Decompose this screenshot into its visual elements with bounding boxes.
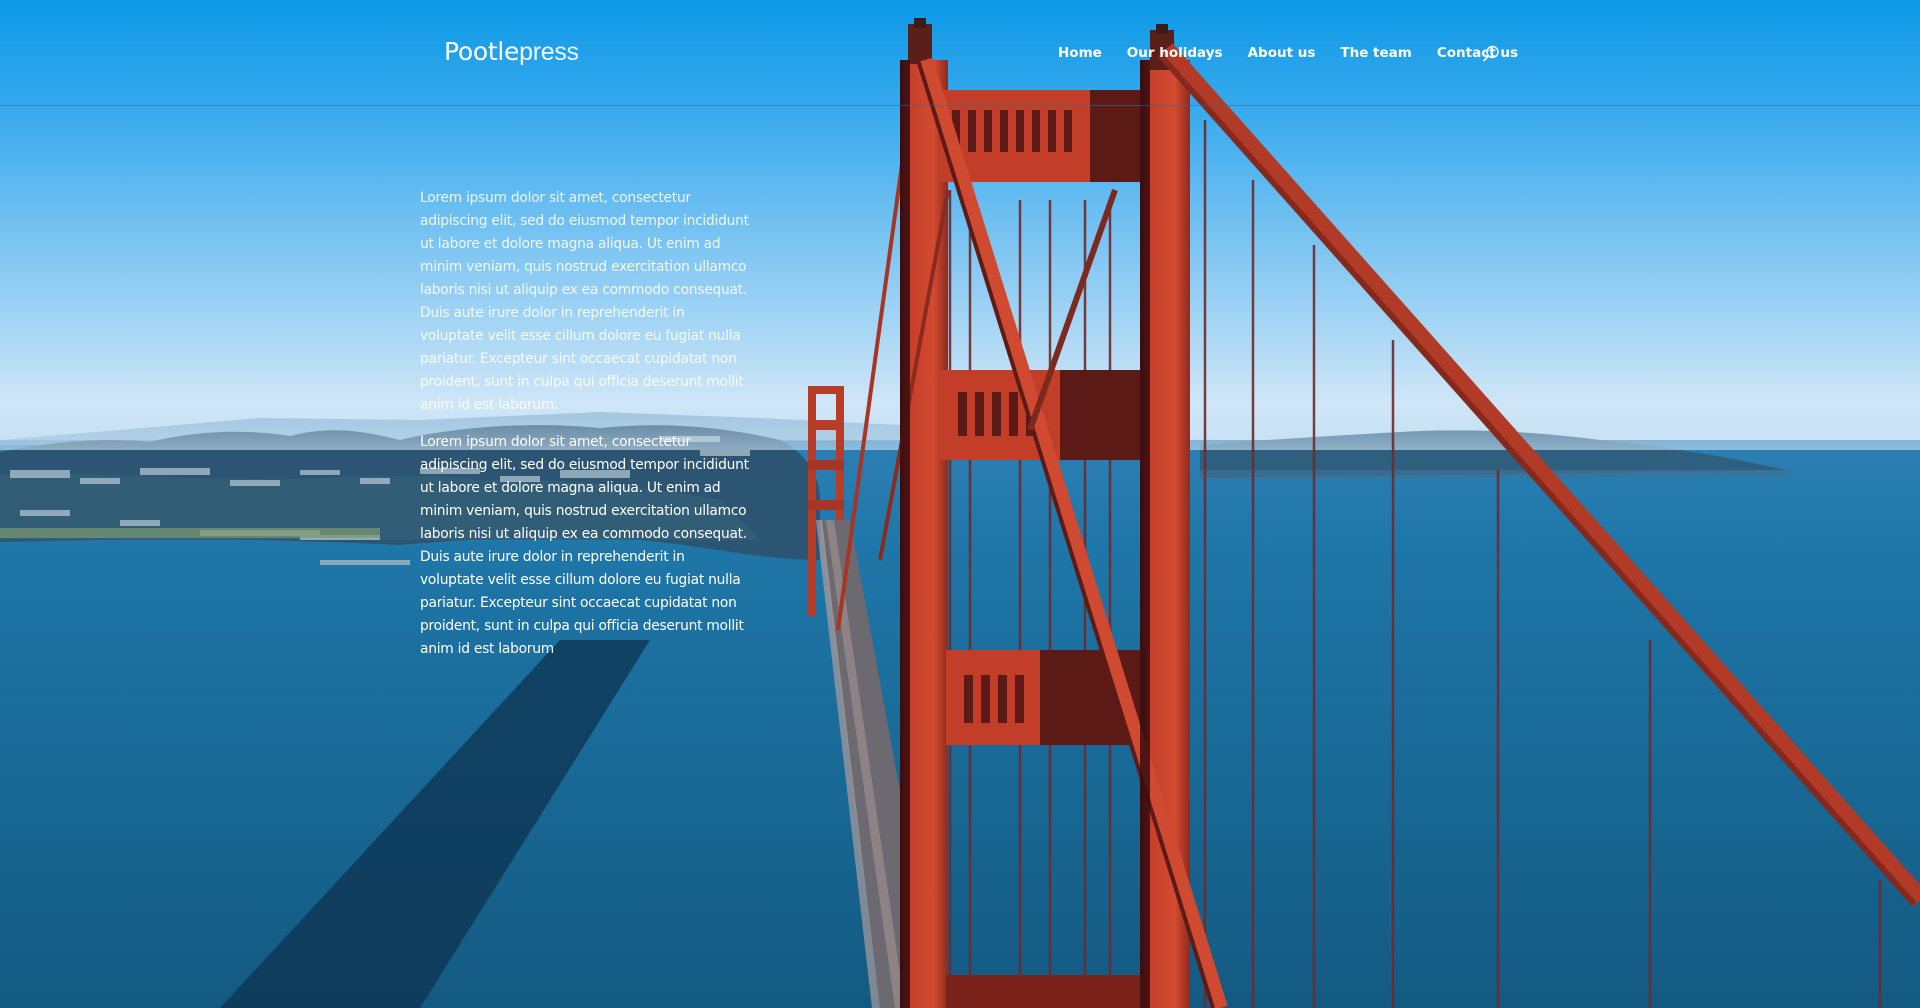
main-navigation: Home Our holidays About us The team Cont… [1058,43,1543,63]
logo-text-primary: Pootle [444,37,520,66]
nav-item-our-holidays[interactable]: Our holidays [1127,43,1223,63]
nav-item-about-us[interactable]: About us [1248,43,1316,63]
logo-text-secondary: press [519,38,579,66]
nav-item-the-team[interactable]: The team [1340,43,1411,63]
search-button[interactable] [1481,44,1501,64]
main-content: Lorem ipsum dolor sit amet, consectetur … [420,187,750,675]
nav-item-contact-us[interactable]: Contact us [1437,43,1518,63]
hero-background-image [0,0,1920,1008]
site-logo[interactable]: Pootlepress [444,36,579,68]
search-icon [1483,45,1499,62]
content-paragraph: Lorem ipsum dolor sit amet, consectetur … [420,190,749,413]
nav-item-home[interactable]: Home [1058,43,1102,63]
site-header: Pootlepress Home Our holidays About us T… [0,0,1920,106]
page: Pootlepress Home Our holidays About us T… [0,0,1920,1008]
content-paragraph: Lorem ipsum dolor sit amet, consectetur … [420,434,749,657]
